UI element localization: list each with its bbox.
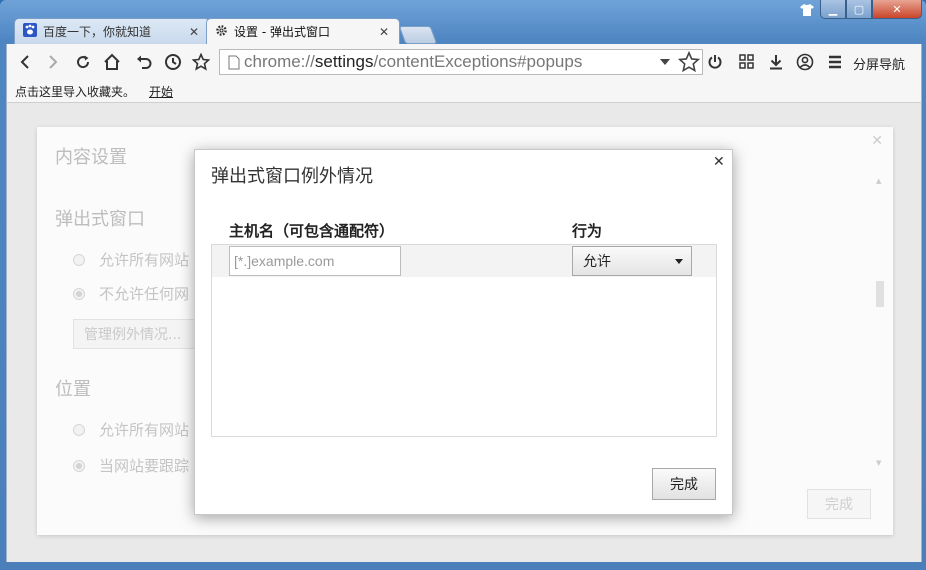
star-icon[interactable]	[677, 50, 701, 77]
done-button[interactable]: 完成	[652, 468, 716, 500]
back-icon[interactable]	[15, 52, 35, 72]
scroll-up-icon[interactable]: ▲	[876, 177, 881, 185]
scroll-down-icon[interactable]: ▼	[876, 459, 881, 467]
user-account-icon[interactable]	[795, 52, 815, 72]
tab-title: 百度一下，你就知道	[43, 25, 152, 39]
radio-dot	[73, 423, 85, 436]
window-bottom-border	[6, 562, 920, 570]
menu-icon[interactable]	[825, 52, 845, 72]
list-item: 允许	[212, 245, 716, 277]
split-navigation-button[interactable]: 分屏导航	[853, 54, 905, 73]
close-icon[interactable]: ✕	[871, 133, 883, 149]
extensions-grid-icon[interactable]	[737, 52, 757, 72]
exceptions-list: 允许	[211, 244, 717, 437]
settings-done-button[interactable]: 完成	[807, 489, 871, 519]
popup-allow-all-radio[interactable]: 允许所有网站	[73, 249, 189, 270]
settings-scrollbar[interactable]: ▲ ▼	[875, 177, 885, 467]
popup-exceptions-dialog: 弹出式窗口例外情况 ✕ 主机名（可包含通配符） 行为 允许 完成	[194, 149, 733, 515]
close-window-button[interactable]: ✕	[872, 0, 922, 19]
forward-icon[interactable]	[43, 52, 63, 72]
address-bar[interactable]: chrome://settings/contentExceptions#popu…	[219, 49, 703, 75]
radio-label: 当网站要跟踪	[99, 457, 190, 475]
home-icon[interactable]	[102, 52, 122, 72]
manage-exceptions-button[interactable]: 管理例外情况...	[73, 319, 203, 349]
location-section-heading: 位置	[55, 379, 91, 400]
overlay-title: 内容设置	[55, 147, 127, 168]
new-tab-button[interactable]	[398, 26, 438, 44]
maximize-icon: ▢	[853, 2, 865, 16]
location-ask-radio[interactable]: 当网站要跟踪	[73, 455, 189, 476]
reload-icon[interactable]	[73, 52, 93, 72]
radio-label: 允许所有网站	[99, 251, 190, 269]
toolbar: chrome://settings/contentExceptions#popu…	[6, 44, 922, 80]
page-icon	[224, 55, 244, 70]
radio-label: 不允许任何网	[99, 285, 190, 303]
radio-dot	[73, 287, 85, 300]
window-controls: ▁ ▢ ✕	[820, 0, 922, 20]
hostname-input[interactable]	[229, 246, 401, 276]
download-icon[interactable]	[766, 52, 786, 72]
column-header-host: 主机名（可包含通配符）	[229, 222, 395, 240]
radio-dot	[73, 253, 85, 266]
bookmarks-bar: 点击这里导入收藏夹。 开始	[6, 80, 922, 103]
bookmark-star-icon[interactable]	[191, 52, 211, 72]
browser-window: 百度一下，你就知道 ✕ 设置 - 弹出式窗口 ✕ ▁ ▢ ✕ chrome://…	[0, 0, 926, 570]
tshirt-icon[interactable]	[800, 4, 814, 16]
page-content: 内容设置 ✕ 弹出式窗口 允许所有网站 不允许任何网 管理例外情况... 位置 …	[6, 103, 922, 562]
column-header-action: 行为	[572, 222, 603, 240]
tab-title: 设置 - 弹出式窗口	[234, 25, 330, 39]
close-icon[interactable]: ✕	[377, 25, 391, 39]
tab-baidu[interactable]: 百度一下，你就知道 ✕	[14, 18, 210, 44]
location-allow-all-radio[interactable]: 允许所有网站	[73, 419, 189, 440]
radio-label: 允许所有网站	[99, 421, 190, 439]
title-bar: 百度一下，你就知道 ✕ 设置 - 弹出式窗口 ✕ ▁ ▢ ✕	[0, 0, 926, 44]
popup-section-heading: 弹出式窗口	[55, 209, 145, 230]
url-text: chrome://settings/contentExceptions#popu…	[244, 52, 583, 71]
history-icon[interactable]	[163, 52, 183, 72]
undo-icon[interactable]	[134, 52, 154, 72]
popup-block-all-radio[interactable]: 不允许任何网	[73, 283, 189, 304]
minimize-button[interactable]: ▁	[820, 0, 846, 19]
import-start-link[interactable]: 开始	[149, 83, 173, 100]
action-select-value: 允许	[583, 254, 611, 270]
minimize-icon: ▁	[828, 2, 838, 16]
close-icon: ✕	[892, 2, 902, 16]
close-icon[interactable]: ✕	[187, 25, 201, 39]
gear-icon	[215, 24, 228, 40]
chevron-down-icon	[675, 259, 683, 264]
radio-dot	[73, 459, 85, 472]
paw-icon	[23, 23, 37, 40]
tab-settings[interactable]: 设置 - 弹出式窗口 ✕	[206, 18, 400, 44]
dropdown-arrow-icon[interactable]	[660, 59, 670, 65]
scrollbar-thumb[interactable]	[876, 281, 884, 307]
power-icon[interactable]	[705, 52, 725, 72]
maximize-button[interactable]: ▢	[846, 0, 872, 19]
action-select[interactable]: 允许	[572, 246, 692, 276]
dialog-title: 弹出式窗口例外情况	[211, 166, 373, 187]
import-bookmarks-prompt: 点击这里导入收藏夹。	[15, 84, 136, 99]
close-icon[interactable]: ✕	[713, 154, 725, 170]
